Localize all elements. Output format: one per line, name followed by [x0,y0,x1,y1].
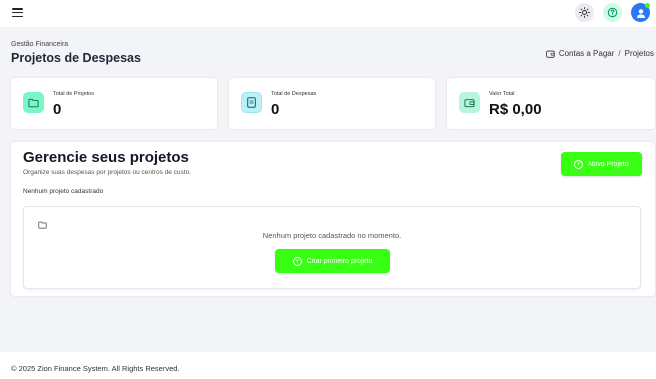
top-bar [0,0,656,27]
breadcrumb: Contas a Pagar / Projetos [546,49,654,58]
create-first-project-button[interactable]: + Criar primeiro projeto [275,249,390,273]
footer: © 2025 Zion Finance System. All Rights R… [0,352,656,379]
panel-title: Gerencie seus projetos [23,149,189,166]
new-project-button[interactable]: + Novo Projeto [561,152,642,176]
sun-icon[interactable] [575,3,594,22]
stat-value: 0 [271,101,280,118]
create-first-project-label: Criar primeiro projeto [306,257,373,265]
page-header: Gestão Financeira Projetos de Despesas C… [11,41,656,71]
page-subtitle: Gestão Financeira [11,41,69,48]
breadcrumb-parent[interactable]: Contas a Pagar [559,49,615,58]
wallet-icon [459,92,480,113]
panel-subtitle: Organize suas despesas por projetos ou c… [23,169,192,176]
empty-message: Nenhum projeto cadastrado no momento. [262,231,402,240]
empty-state: Nenhum projeto cadastrado no momento. + … [23,206,641,289]
plus-icon: + [292,256,302,266]
stat-card-projects: Total de Projetos 0 [11,78,217,129]
stat-card-expenses: Total de Despesas 0 [229,78,435,129]
empty-label: Nenhum projeto cadastrado [23,188,104,195]
folder-icon [38,221,47,229]
breadcrumb-current: Projetos [624,49,654,58]
new-project-label: Novo Projeto [588,160,629,168]
breadcrumb-separator: / [618,49,621,58]
plus-icon: + [574,159,584,169]
stat-label: Total de Projetos [53,91,94,97]
stat-label: Total de Despesas [271,91,317,97]
stat-card-total-value: Valor Total R$ 0,00 [447,78,655,129]
help-icon[interactable] [603,3,622,22]
copyright-text: © 2025 Zion Finance System. All Rights R… [11,364,180,373]
stat-value: R$ 0,00 [489,101,542,118]
online-status-dot [645,3,650,8]
top-icons [575,3,650,22]
stat-value: 0 [53,101,62,118]
avatar-icon[interactable] [631,3,650,22]
document-icon [241,92,262,113]
stat-label: Valor Total [489,91,515,97]
hamburger-icon[interactable] [12,8,23,17]
projects-panel: Gerencie seus projetos Organize suas des… [11,142,655,296]
folder-icon [23,92,44,113]
wallet-icon [546,50,555,58]
